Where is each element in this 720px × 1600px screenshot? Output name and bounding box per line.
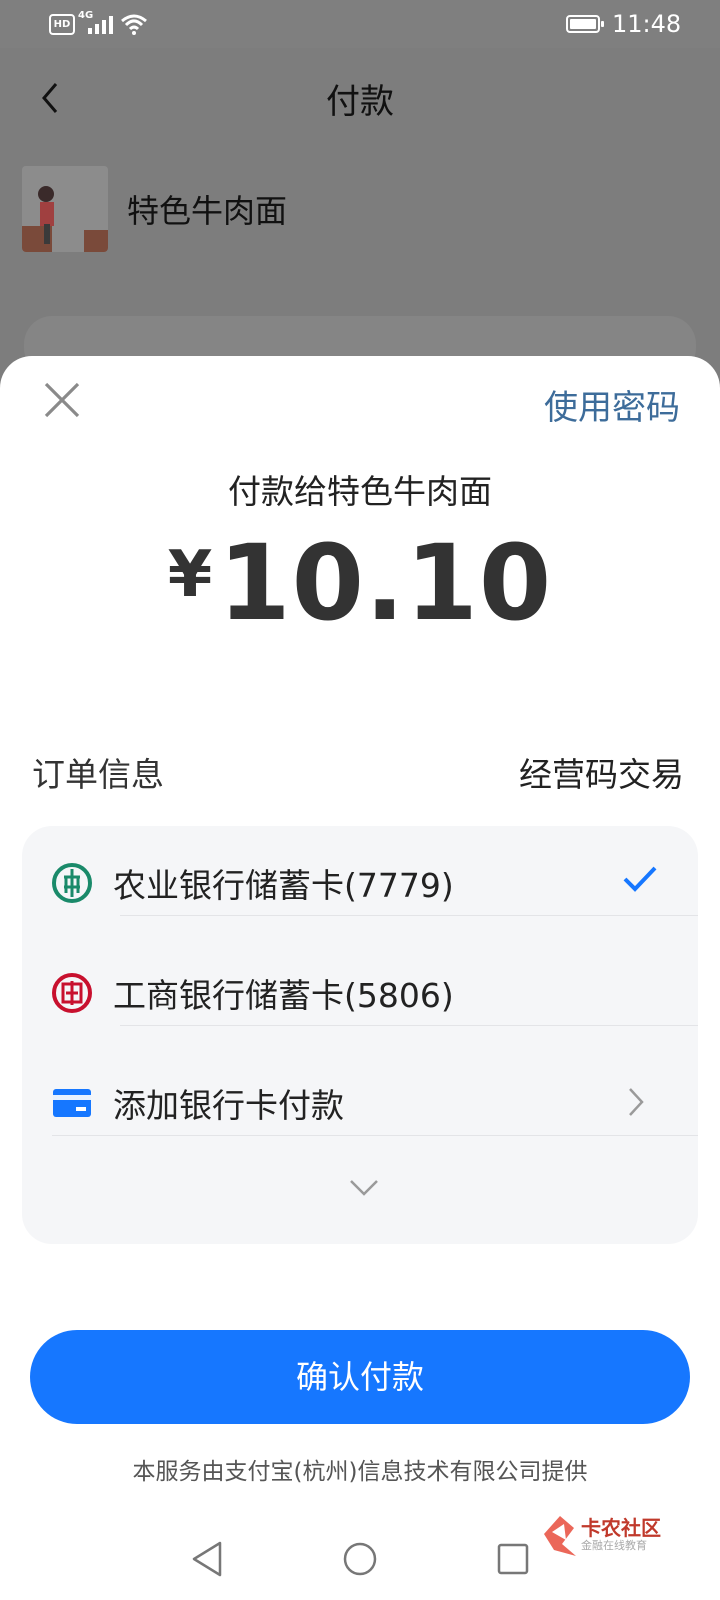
bank-card-icon	[53, 1089, 91, 1117]
payment-method-add-card[interactable]: 添加银行卡付款	[22, 1046, 698, 1158]
payment-method-icbc[interactable]: 工商银行储蓄卡(5806)	[22, 936, 698, 1048]
nav-home-icon[interactable]	[343, 1542, 377, 1576]
payment-method-label: 工商银行储蓄卡(5806)	[113, 976, 454, 1015]
merchant-avatar	[22, 166, 108, 252]
chevron-down-icon[interactable]	[348, 1178, 380, 1198]
divider	[120, 1025, 698, 1026]
watermark-subtitle: 金融在线教育	[581, 1539, 647, 1552]
icbc-bank-icon	[52, 973, 92, 1013]
battery-icon	[566, 15, 604, 33]
nav-recent-apps-icon[interactable]	[497, 1543, 529, 1575]
status-time: 11:48	[612, 10, 682, 38]
nav-back-icon[interactable]	[190, 1540, 224, 1578]
payment-method-label: 添加银行卡付款	[113, 1086, 344, 1125]
merchant-name: 特色牛肉面	[127, 192, 288, 230]
status-bar: HD 4G 11:48	[0, 0, 720, 48]
pay-to-text: 付款给特色牛肉面	[228, 472, 492, 511]
wifi-icon	[121, 14, 147, 35]
close-icon[interactable]	[40, 378, 84, 422]
order-info-label: 订单信息	[32, 755, 164, 794]
amount-value: 10.10	[218, 522, 553, 644]
currency-symbol: ¥	[167, 538, 213, 612]
payment-method-abc[interactable]: 农业银行储蓄卡(7779)	[22, 826, 698, 938]
provider-note: 本服务由支付宝(杭州)信息技术有限公司提供	[132, 1459, 588, 1485]
confirm-payment-button[interactable]: 确认付款	[30, 1330, 690, 1424]
hd-indicator: HD	[49, 14, 75, 35]
order-info-value: 经营码交易	[519, 755, 684, 794]
cellular-signal-icon	[88, 16, 113, 34]
divider	[120, 915, 698, 916]
payment-method-label: 农业银行储蓄卡(7779)	[113, 866, 454, 905]
payment-amount: ¥10.10	[0, 522, 720, 644]
page-title: 付款	[326, 82, 394, 122]
abc-bank-icon	[52, 863, 92, 903]
checkmark-icon	[623, 866, 657, 892]
divider	[52, 1135, 698, 1136]
chevron-right-icon	[629, 1088, 644, 1116]
use-password-link[interactable]: 使用密码	[544, 380, 680, 429]
payment-method-list: 农业银行储蓄卡(7779) 工商银行储蓄卡(5806) 添加银行卡付款	[22, 826, 698, 1244]
